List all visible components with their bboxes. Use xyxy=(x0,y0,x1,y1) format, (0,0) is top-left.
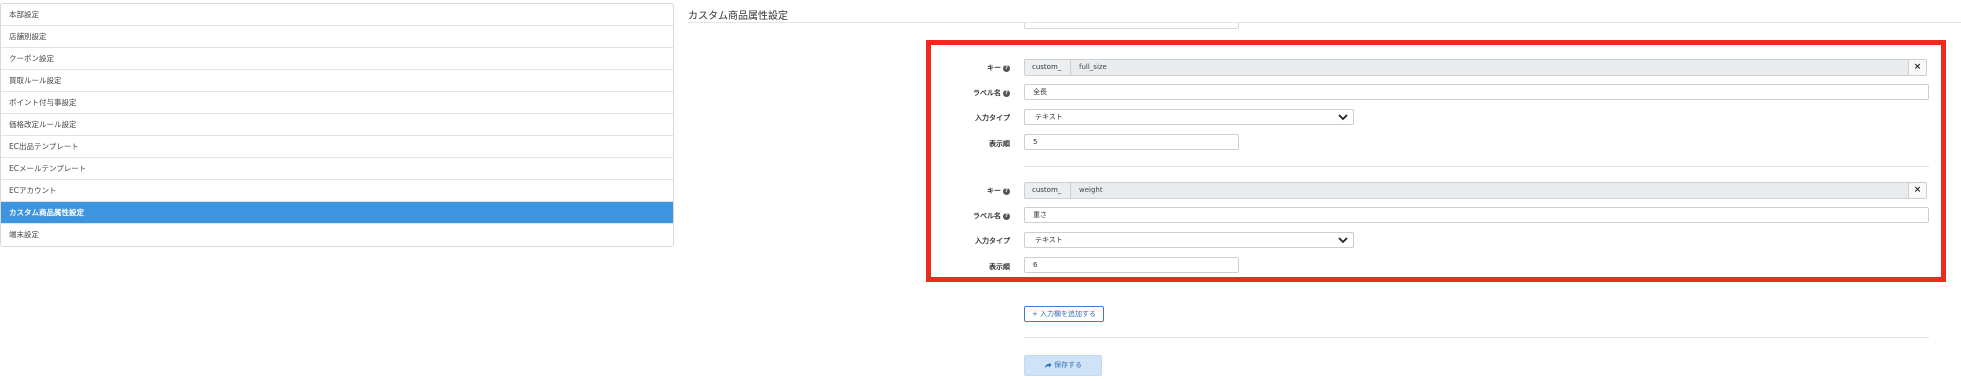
save-button[interactable]: 保存する xyxy=(1024,355,1102,376)
sidebar-item-store[interactable]: 店舗別設定 xyxy=(1,26,673,48)
help-icon: ? xyxy=(1003,64,1010,72)
form-footer-divider xyxy=(1024,337,1929,338)
add-field-button[interactable]: + 入力欄を追加する xyxy=(1024,306,1104,322)
display-order-input[interactable]: 6 xyxy=(1024,257,1239,273)
key-input[interactable]: full_size xyxy=(1071,60,1909,75)
key-prefix: custom_ xyxy=(1025,60,1071,75)
key-label: キー? xyxy=(987,64,1010,72)
sidebar-item-points[interactable]: ポイント付与事設定 xyxy=(1,92,673,114)
title-divider xyxy=(688,22,1961,23)
settings-sidebar: 本部設定 店舗別設定 クーポン設定 買取ルール設定 ポイント付与事設定 価格改定… xyxy=(0,3,674,247)
input-type-label: 入力タイプ xyxy=(975,237,1010,245)
help-icon: ? xyxy=(1003,187,1010,195)
help-icon: ? xyxy=(1003,212,1010,220)
label-name-label: ラベル名? xyxy=(973,89,1010,97)
display-order-label: 表示順 xyxy=(989,263,1010,271)
page-title: カスタム商品属性設定 xyxy=(688,11,788,22)
attribute-divider xyxy=(1024,166,1929,167)
label-name-input[interactable]: 全長 xyxy=(1024,84,1929,100)
sidebar-item-purchase-rules[interactable]: 買取ルール設定 xyxy=(1,70,673,92)
key-label: キー? xyxy=(987,187,1010,195)
display-order-input[interactable]: 5 xyxy=(1024,134,1239,150)
input-type-select[interactable]: テキスト xyxy=(1024,109,1354,125)
close-icon: × xyxy=(1913,62,1922,72)
help-icon: ? xyxy=(1003,89,1010,97)
sidebar-item-coupon[interactable]: クーポン設定 xyxy=(1,48,673,70)
previous-attribute-field xyxy=(1024,23,1239,29)
label-name-input[interactable]: 重さ xyxy=(1024,207,1929,223)
remove-attribute-button[interactable]: × xyxy=(1908,59,1927,76)
sidebar-item-ec-account[interactable]: ECアカウント xyxy=(1,180,673,202)
key-prefix: custom_ xyxy=(1025,183,1071,198)
display-order-label: 表示順 xyxy=(989,140,1010,148)
remove-attribute-button[interactable]: × xyxy=(1908,182,1927,199)
input-type-label: 入力タイプ xyxy=(975,114,1010,122)
save-button-label: 保存する xyxy=(1054,361,1082,369)
label-name-label: ラベル名? xyxy=(973,212,1010,220)
sidebar-item-price-rules[interactable]: 価格改定ルール設定 xyxy=(1,114,673,136)
input-type-value: テキスト xyxy=(1035,236,1063,244)
sidebar-item-custom-attributes[interactable]: カスタム商品属性設定 xyxy=(1,202,673,224)
key-input[interactable]: weight xyxy=(1071,183,1909,198)
sidebar-item-terminal[interactable]: 端末設定 xyxy=(1,224,673,246)
chevron-down-icon xyxy=(1338,114,1348,121)
input-type-select[interactable]: テキスト xyxy=(1024,232,1354,248)
key-input-group: custom_ weight xyxy=(1024,182,1910,199)
close-icon: × xyxy=(1913,185,1922,195)
share-icon xyxy=(1045,362,1052,368)
chevron-down-icon xyxy=(1338,237,1348,244)
key-input-group: custom_ full_size xyxy=(1024,59,1910,76)
sidebar-item-ec-mail-template[interactable]: ECメールテンプレート xyxy=(1,158,673,180)
sidebar-item-ec-listing-template[interactable]: EC出品テンプレート xyxy=(1,136,673,158)
input-type-value: テキスト xyxy=(1035,113,1063,121)
sidebar-item-head-office[interactable]: 本部設定 xyxy=(1,4,673,26)
